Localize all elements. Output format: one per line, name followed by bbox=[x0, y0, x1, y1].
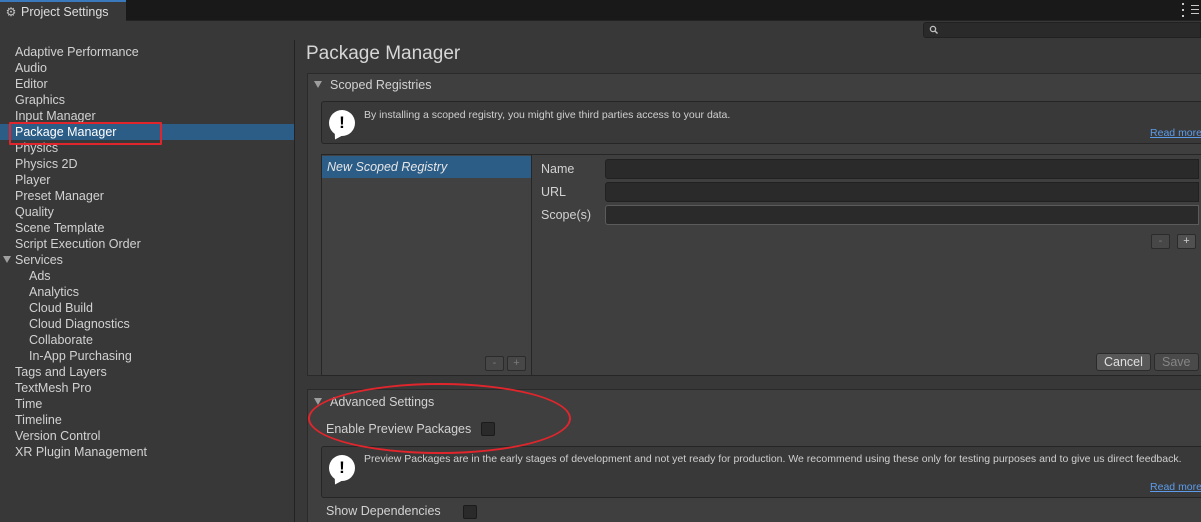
sidebar-item-ads[interactable]: Ads bbox=[0, 268, 294, 284]
sidebar-item-audio[interactable]: Audio bbox=[0, 60, 294, 76]
scoped-registries-header[interactable]: Scoped Registries bbox=[308, 74, 1201, 96]
sidebar-item-label: Services bbox=[15, 253, 63, 267]
show-dependencies-label: Show Dependencies bbox=[326, 504, 441, 518]
collapse-triangle-icon[interactable] bbox=[314, 398, 322, 405]
warning-message: Preview Packages are in the early stages… bbox=[364, 453, 1182, 465]
page-title: Package Manager bbox=[306, 43, 461, 64]
settings-sidebar: Adaptive Performance Audio Editor Graphi… bbox=[0, 40, 295, 522]
scoped-registry-warning: ! By installing a scoped registry, you m… bbox=[321, 101, 1201, 144]
read-more-link[interactable]: Read more bbox=[1150, 127, 1201, 139]
sidebar-item-adaptive-performance[interactable]: Adaptive Performance bbox=[0, 44, 294, 60]
cancel-button[interactable]: Cancel bbox=[1096, 353, 1151, 371]
remove-registry-button[interactable]: - bbox=[485, 356, 504, 371]
sidebar-item-textmesh-pro[interactable]: TextMesh Pro bbox=[0, 380, 294, 396]
sidebar-item-editor[interactable]: Editor bbox=[0, 76, 294, 92]
add-scope-button[interactable]: + bbox=[1177, 234, 1196, 249]
sidebar-item-graphics[interactable]: Graphics bbox=[0, 92, 294, 108]
url-label: URL bbox=[541, 185, 567, 199]
sidebar-item-input-manager[interactable]: Input Manager bbox=[0, 108, 294, 124]
section-title: Scoped Registries bbox=[330, 78, 432, 92]
window-menu-icon[interactable] bbox=[1191, 5, 1199, 14]
warning-icon: ! bbox=[329, 110, 355, 136]
sidebar-item-services[interactable]: Services bbox=[0, 252, 294, 268]
scoped-registries-section: Scoped Registries ! By installing a scop… bbox=[307, 73, 1201, 376]
more-options-icon[interactable] bbox=[1181, 3, 1185, 17]
sidebar-item-cloud-diagnostics[interactable]: Cloud Diagnostics bbox=[0, 316, 294, 332]
sidebar-item-script-execution-order[interactable]: Script Execution Order bbox=[0, 236, 294, 252]
registry-details: Name URL Scope(s) - + Cancel Save bbox=[531, 154, 1201, 376]
sidebar-item-player[interactable]: Player bbox=[0, 172, 294, 188]
search-bar bbox=[0, 22, 1201, 39]
url-field[interactable] bbox=[605, 182, 1199, 202]
tab-title: Project Settings bbox=[21, 4, 109, 19]
remove-scope-button[interactable]: - bbox=[1151, 234, 1170, 249]
window-titlebar: ⚙ Project Settings bbox=[0, 0, 1201, 21]
preview-packages-warning: ! Preview Packages are in the early stag… bbox=[321, 446, 1201, 498]
sidebar-item-in-app-purchasing[interactable]: In-App Purchasing bbox=[0, 348, 294, 364]
sidebar-item-xr-plugin-management[interactable]: XR Plugin Management bbox=[0, 444, 294, 460]
sidebar-item-timeline[interactable]: Timeline bbox=[0, 412, 294, 428]
collapse-triangle-icon[interactable] bbox=[314, 81, 322, 88]
registry-list: New Scoped Registry - + bbox=[321, 154, 531, 376]
scopes-label: Scope(s) bbox=[541, 208, 592, 222]
scopes-field[interactable] bbox=[605, 205, 1199, 225]
read-more-link[interactable]: Read more bbox=[1150, 481, 1201, 493]
advanced-settings-header[interactable]: Advanced Settings bbox=[308, 391, 1201, 413]
sidebar-item-physics-2d[interactable]: Physics 2D bbox=[0, 156, 294, 172]
sidebar-item-cloud-build[interactable]: Cloud Build bbox=[0, 300, 294, 316]
search-icon bbox=[929, 25, 938, 34]
registry-list-item[interactable]: New Scoped Registry bbox=[322, 156, 531, 178]
sidebar-item-analytics[interactable]: Analytics bbox=[0, 284, 294, 300]
name-field[interactable] bbox=[605, 159, 1199, 179]
warning-icon: ! bbox=[329, 455, 355, 481]
name-label: Name bbox=[541, 162, 575, 176]
show-dependencies-checkbox[interactable] bbox=[463, 505, 477, 519]
settings-main-panel: Package Manager Scoped Registries ! By i… bbox=[296, 40, 1201, 522]
sidebar-item-tags-and-layers[interactable]: Tags and Layers bbox=[0, 364, 294, 380]
sidebar-item-version-control[interactable]: Version Control bbox=[0, 428, 294, 444]
sidebar-item-scene-template[interactable]: Scene Template bbox=[0, 220, 294, 236]
enable-preview-packages-label: Enable Preview Packages bbox=[326, 422, 472, 436]
save-button[interactable]: Save bbox=[1154, 353, 1199, 371]
sidebar-item-collaborate[interactable]: Collaborate bbox=[0, 332, 294, 348]
section-title: Advanced Settings bbox=[330, 395, 435, 409]
enable-preview-packages-checkbox[interactable] bbox=[481, 422, 495, 436]
expand-triangle-icon[interactable] bbox=[3, 256, 11, 263]
add-registry-button[interactable]: + bbox=[507, 356, 526, 371]
sidebar-item-preset-manager[interactable]: Preset Manager bbox=[0, 188, 294, 204]
sidebar-item-package-manager[interactable]: Package Manager bbox=[0, 124, 294, 140]
advanced-settings-section: Advanced Settings Enable Preview Package… bbox=[307, 389, 1201, 522]
project-settings-tab[interactable]: ⚙ Project Settings bbox=[0, 0, 126, 21]
sidebar-item-quality[interactable]: Quality bbox=[0, 204, 294, 220]
gear-icon: ⚙ bbox=[5, 4, 17, 19]
sidebar-item-time[interactable]: Time bbox=[0, 396, 294, 412]
search-input[interactable] bbox=[923, 22, 1201, 38]
sidebar-item-physics[interactable]: Physics bbox=[0, 140, 294, 156]
warning-message: By installing a scoped registry, you mig… bbox=[364, 109, 731, 121]
